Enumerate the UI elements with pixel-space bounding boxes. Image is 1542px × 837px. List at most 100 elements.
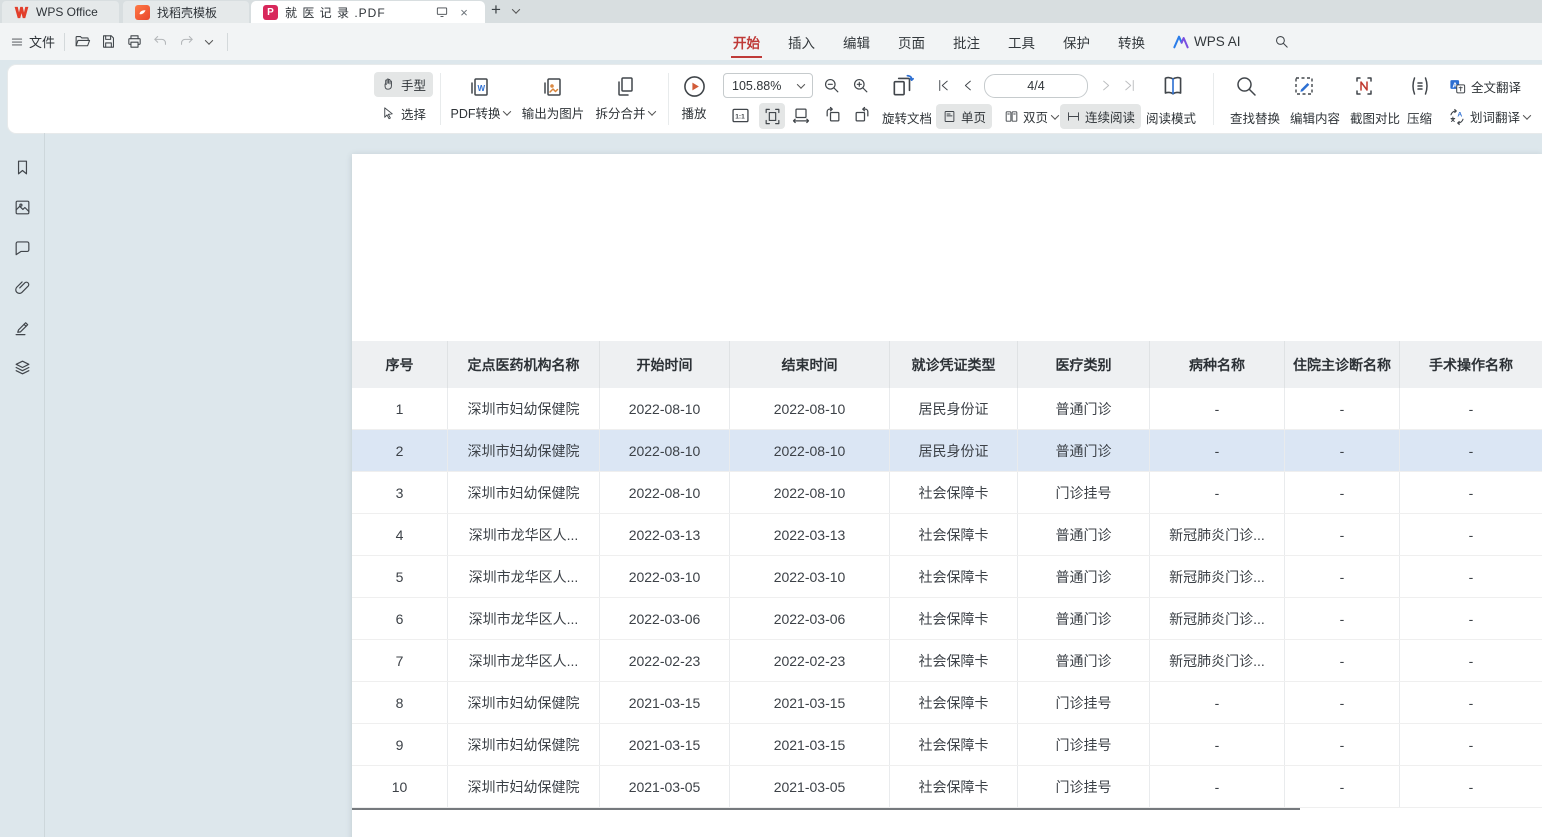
menu-edit[interactable]: 编辑 xyxy=(843,23,870,60)
redo-icon[interactable] xyxy=(178,33,195,50)
signature-pen-icon[interactable] xyxy=(13,318,32,337)
zoom-in-button[interactable] xyxy=(851,76,870,95)
menu-home[interactable]: 开始 xyxy=(733,23,760,60)
table-cell: - xyxy=(1400,682,1542,723)
last-page-button[interactable] xyxy=(1122,78,1137,93)
menu-page[interactable]: 页面 xyxy=(898,23,925,60)
single-page-button[interactable]: 单页 xyxy=(936,104,992,129)
search-icon[interactable] xyxy=(1273,33,1290,50)
fit-page-button[interactable] xyxy=(759,103,785,129)
rotate-left-button[interactable] xyxy=(823,105,843,125)
monitor-icon[interactable] xyxy=(433,3,451,21)
screenshot-compare-label[interactable]: 截图对比 xyxy=(1350,108,1400,127)
play-button[interactable]: 播放 xyxy=(666,71,722,122)
find-replace-button[interactable] xyxy=(1234,74,1258,98)
first-page-button[interactable] xyxy=(936,78,951,93)
table-cell: 2022-03-13 xyxy=(600,514,730,555)
table-cell: 普通门诊 xyxy=(1018,430,1150,471)
full-translate-button[interactable]: A 全文翻译 xyxy=(1442,74,1527,99)
column-header: 序号 xyxy=(352,341,448,388)
new-tab-button[interactable]: + xyxy=(485,0,507,23)
menu-comment[interactable]: 批注 xyxy=(953,23,980,60)
zoom-level-value: 105.88% xyxy=(732,79,781,93)
table-row[interactable]: 10深圳市妇幼保健院2021-03-052021-03-05社会保障卡门诊挂号-… xyxy=(352,766,1542,808)
fit-width-button[interactable] xyxy=(791,105,811,125)
screenshot-compare-button[interactable] xyxy=(1352,74,1376,98)
comment-icon[interactable] xyxy=(13,238,32,257)
split-merge-button[interactable]: 拆分合并 xyxy=(585,71,665,122)
table-row[interactable]: 7深圳市龙华区人...2022-02-232022-02-23社会保障卡普通门诊… xyxy=(352,640,1542,682)
pdf-page[interactable]: 序号定点医药机构名称开始时间结束时间就诊凭证类型医疗类别病种名称住院主诊断名称手… xyxy=(352,154,1542,837)
edit-content-label[interactable]: 编辑内容 xyxy=(1290,108,1340,127)
wps-ai-button[interactable]: WPS AI xyxy=(1173,34,1241,49)
table-cell: - xyxy=(1285,430,1400,471)
double-page-button[interactable]: 双页 xyxy=(998,104,1064,129)
table-cell: 2021-03-15 xyxy=(730,724,890,765)
rotate-right-button[interactable] xyxy=(852,105,872,125)
compress-button[interactable] xyxy=(1408,74,1432,98)
tab-list-chevron-icon[interactable] xyxy=(507,2,525,20)
table-cell: 门诊挂号 xyxy=(1018,682,1150,723)
next-page-button[interactable] xyxy=(1098,78,1113,93)
read-mode-label[interactable]: 阅读模式 xyxy=(1146,108,1196,127)
open-folder-icon[interactable] xyxy=(74,33,91,50)
layers-icon[interactable] xyxy=(13,358,32,377)
toolbar-overflow-chevron-icon[interactable] xyxy=(205,36,213,44)
last-page-icon xyxy=(1122,78,1137,93)
tab-document[interactable]: P 就 医 记 录 .PDF × xyxy=(251,1,485,23)
save-icon[interactable] xyxy=(100,33,117,50)
table-cell: - xyxy=(1400,556,1542,597)
export-image-button[interactable]: 输出为图片 xyxy=(513,71,593,122)
table-row[interactable]: 1深圳市妇幼保健院2022-08-102022-08-10居民身份证普通门诊--… xyxy=(352,388,1542,430)
menu-tools[interactable]: 工具 xyxy=(1008,23,1035,60)
page-number-input[interactable]: 4/4 xyxy=(984,74,1088,98)
table-row[interactable]: 6深圳市龙华区人...2022-03-062022-03-06社会保障卡普通门诊… xyxy=(352,598,1542,640)
edit-content-button[interactable] xyxy=(1292,74,1316,98)
column-header: 手术操作名称 xyxy=(1400,341,1542,388)
document-viewport[interactable]: 序号定点医药机构名称开始时间结束时间就诊凭证类型医疗类别病种名称住院主诊断名称手… xyxy=(46,133,1542,837)
tab-docer[interactable]: 找稻壳模板 xyxy=(123,1,249,23)
file-menu-button[interactable]: 文件 xyxy=(10,32,55,51)
table-cell: 2022-08-10 xyxy=(600,472,730,513)
menu-insert[interactable]: 插入 xyxy=(788,23,815,60)
bookmark-icon[interactable] xyxy=(13,158,32,177)
compress-label[interactable]: 压缩 xyxy=(1407,108,1432,127)
read-mode-button[interactable] xyxy=(1160,73,1186,99)
column-header: 医疗类别 xyxy=(1018,341,1150,388)
table-row[interactable]: 3深圳市妇幼保健院2022-08-102022-08-10社会保障卡门诊挂号--… xyxy=(352,472,1542,514)
rotate-doc-label[interactable]: 旋转文档 xyxy=(882,108,932,127)
print-icon[interactable] xyxy=(126,33,143,50)
table-cell: 7 xyxy=(352,640,448,681)
table-cell: 普通门诊 xyxy=(1018,514,1150,555)
table-cell: - xyxy=(1285,682,1400,723)
table-cell: 2022-03-06 xyxy=(600,598,730,639)
svg-text:A: A xyxy=(1457,111,1462,118)
menu-convert[interactable]: 转换 xyxy=(1118,23,1145,60)
zoom-level-select[interactable]: 105.88% xyxy=(723,73,813,98)
find-replace-label[interactable]: 查找替换 xyxy=(1230,108,1280,127)
word-translate-button[interactable]: A 划词翻译 xyxy=(1442,104,1536,129)
table-cell: - xyxy=(1400,766,1542,807)
close-tab-icon[interactable]: × xyxy=(455,3,473,21)
attachment-icon[interactable] xyxy=(13,278,32,297)
table-row[interactable]: 9深圳市妇幼保健院2021-03-152021-03-15社会保障卡门诊挂号--… xyxy=(352,724,1542,766)
window-tab-bar: WPS Office 找稻壳模板 P 就 医 记 录 .PDF × + xyxy=(0,0,1542,23)
undo-icon[interactable] xyxy=(152,33,169,50)
table-row[interactable]: 5深圳市龙华区人...2022-03-102022-03-10社会保障卡普通门诊… xyxy=(352,556,1542,598)
hand-tool-button[interactable]: 手型 xyxy=(374,72,433,97)
table-row[interactable]: 8深圳市妇幼保健院2021-03-152021-03-15社会保障卡门诊挂号--… xyxy=(352,682,1542,724)
table-row[interactable]: 2深圳市妇幼保健院2022-08-102022-08-10居民身份证普通门诊--… xyxy=(352,430,1542,472)
compress-icon xyxy=(1408,74,1432,98)
table-row[interactable]: 4深圳市龙华区人...2022-03-132022-03-13社会保障卡普通门诊… xyxy=(352,514,1542,556)
table-body: 1深圳市妇幼保健院2022-08-102022-08-10居民身份证普通门诊--… xyxy=(352,388,1542,808)
thumbnail-icon[interactable] xyxy=(13,198,32,217)
tab-wps-home[interactable]: WPS Office xyxy=(2,1,119,23)
reorder-pages-button[interactable] xyxy=(890,73,916,99)
zoom-out-button[interactable] xyxy=(822,76,841,95)
actual-size-button[interactable]: 1:1 xyxy=(730,105,751,126)
continuous-read-button[interactable]: 连续阅读 xyxy=(1060,104,1141,129)
pdf-convert-button[interactable]: W PDF转换 xyxy=(440,71,520,122)
prev-page-button[interactable] xyxy=(961,78,976,93)
select-tool-button[interactable]: 选择 xyxy=(374,101,433,126)
menu-protect[interactable]: 保护 xyxy=(1063,23,1090,60)
